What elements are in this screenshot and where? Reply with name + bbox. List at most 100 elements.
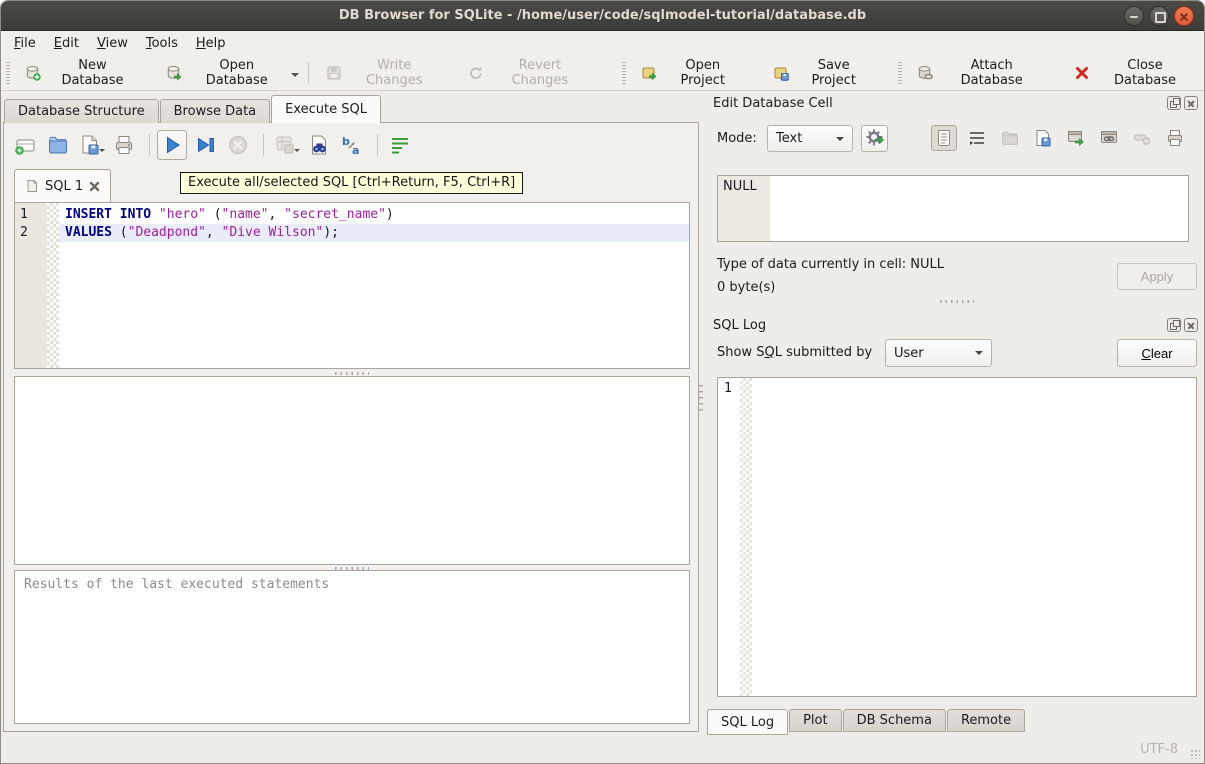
format-sql-icon: ba <box>340 133 364 157</box>
print-cell-button[interactable] <box>1162 125 1188 151</box>
print-cell-icon <box>1165 128 1185 148</box>
execute-all-icon <box>160 133 184 157</box>
execute-line-icon <box>193 133 217 157</box>
save-cell-button[interactable] <box>1030 125 1056 151</box>
edit-cell-dock-title: Edit Database Cell <box>713 96 1164 111</box>
save-project-button[interactable]: Save Project <box>763 53 883 93</box>
word-wrap-button[interactable] <box>385 130 415 160</box>
open-project-button[interactable]: Open Project <box>631 53 753 93</box>
float-dock-icon[interactable] <box>1167 318 1181 332</box>
new-sql-tab-button[interactable] <box>10 130 40 160</box>
find-replace-button[interactable] <box>304 130 334 160</box>
execute-sql-pane: ba SQL 1 Execute all/selected SQL [Ctrl+… <box>3 122 699 732</box>
maximize-button[interactable] <box>1149 6 1169 26</box>
new-sql-tab-icon <box>13 133 37 157</box>
save-sql-dropdown-caret[interactable] <box>99 149 105 155</box>
project-open-icon <box>641 65 657 81</box>
log-filter-value: User <box>894 346 924 361</box>
cell-type-text: Type of data currently in cell: NULL <box>717 257 944 272</box>
tab-database-structure[interactable]: Database Structure <box>4 99 159 123</box>
svg-text:b: b <box>342 135 350 148</box>
cell-value-editor[interactable]: NULL <box>717 175 1189 242</box>
editor-line[interactable]: 1INSERT INTO "hero" ("name", "secret_nam… <box>15 206 689 224</box>
word-wrap-cell-button[interactable] <box>964 125 990 151</box>
toolbar-grip[interactable] <box>6 62 10 84</box>
attach-database-button[interactable]: Attach Database <box>907 53 1054 93</box>
results-message-panel[interactable]: Results of the last executed statements <box>14 570 690 724</box>
auto-apply-button[interactable] <box>861 125 888 152</box>
open-sql-file-button[interactable] <box>43 130 73 160</box>
open-sql-file-icon <box>46 133 70 157</box>
sql-toolbar-separator <box>149 134 150 156</box>
sql-file-tab[interactable]: SQL 1 <box>14 169 111 202</box>
edit-cell-dock-header: Edit Database Cell <box>713 93 1198 113</box>
dock-splitter[interactable] <box>717 298 1197 304</box>
open-external-icon <box>1099 128 1119 148</box>
print-sql-button[interactable] <box>109 130 139 160</box>
word-wrap-icon <box>967 128 987 148</box>
format-sql-button[interactable]: ba <box>337 130 367 160</box>
apply-button: Apply <box>1117 263 1197 290</box>
execute-tooltip: Execute all/selected SQL [Ctrl+Return, F… <box>180 172 523 194</box>
close-window-button[interactable] <box>1174 6 1194 26</box>
toolbar-separator <box>308 62 309 84</box>
toolbar-grip[interactable] <box>622 62 626 84</box>
print-icon <box>112 133 136 157</box>
log-filter-select[interactable]: User <box>885 339 992 367</box>
mode-value: Text <box>776 131 802 146</box>
dock-tab-remote[interactable]: Remote <box>947 709 1025 732</box>
minimize-button[interactable] <box>1124 6 1144 26</box>
tab-browse-data[interactable]: Browse Data <box>160 99 271 123</box>
new-database-button[interactable]: New Database <box>15 53 148 93</box>
cell-editor-toolbar <box>931 125 1188 151</box>
results-grid-panel[interactable] <box>14 376 690 565</box>
editor-line[interactable]: 2VALUES ("Deadpond", "Dive Wilson"); <box>15 224 689 242</box>
execute-all-button[interactable] <box>157 130 187 160</box>
tab-execute-sql[interactable]: Execute SQL <box>271 95 381 123</box>
execute-line-button[interactable] <box>190 130 220 160</box>
dock-tab-db-schema[interactable]: DB Schema <box>843 709 946 732</box>
dock-tab-plot[interactable]: Plot <box>789 709 842 732</box>
menu-help[interactable]: Help <box>187 34 235 53</box>
mode-select[interactable]: Text <box>767 125 853 152</box>
text-mode-icon <box>934 128 954 148</box>
menu-tools[interactable]: Tools <box>137 34 187 53</box>
save-cell-icon <box>1033 128 1053 148</box>
open-database-button[interactable]: Open Database <box>156 53 295 93</box>
open-database-dropdown-caret[interactable] <box>291 73 299 81</box>
close-dock-icon[interactable] <box>1184 318 1198 332</box>
toolbar-grip[interactable] <box>898 62 902 84</box>
menu-file[interactable]: File <box>5 34 45 53</box>
open-external-button[interactable] <box>1096 125 1122 151</box>
database-open-icon <box>166 65 182 81</box>
write-changes-icon <box>326 65 342 81</box>
text-mode-button[interactable] <box>931 125 957 151</box>
sql-editor[interactable]: 1INSERT INTO "hero" ("name", "secret_nam… <box>14 202 690 369</box>
menubar: File Edit View Tools Help <box>1 31 1204 55</box>
menu-view[interactable]: View <box>88 34 137 53</box>
right-dock-area: Edit Database Cell Mode: Text <box>703 89 1205 739</box>
titlebar[interactable]: DB Browser for SQLite - /home/user/code/… <box>1 1 1204 31</box>
sql-log-dock-title: SQL Log <box>713 318 1164 333</box>
sql-toolbar-separator <box>263 134 264 156</box>
main-tabbar: Database Structure Browse Data Execute S… <box>4 94 382 123</box>
clear-log-button[interactable]: Clear <box>1117 339 1197 367</box>
mode-label: Mode: <box>717 131 757 146</box>
sql-log-view[interactable]: 1 <box>717 377 1197 697</box>
menu-edit[interactable]: Edit <box>45 34 88 53</box>
close-database-button[interactable]: Close Database <box>1064 53 1204 93</box>
dock-tab-sql-log[interactable]: SQL Log <box>707 709 788 735</box>
import-cell-button <box>997 125 1023 151</box>
resize-grip[interactable] <box>1190 749 1200 759</box>
log-change-marker-gutter <box>740 378 752 696</box>
main-toolbar: New Database Open Database Write Changes… <box>1 55 1204 91</box>
float-dock-icon[interactable] <box>1167 96 1181 110</box>
import-cell-icon <box>1000 128 1020 148</box>
project-save-icon <box>773 65 789 81</box>
close-dock-icon[interactable] <box>1184 96 1198 110</box>
save-sql-file-button[interactable] <box>76 130 106 160</box>
close-tab-icon[interactable] <box>89 181 100 192</box>
export-cell-button[interactable] <box>1063 125 1089 151</box>
save-results-icon <box>273 133 297 157</box>
app-window: DB Browser for SQLite - /home/user/code/… <box>0 0 1205 764</box>
